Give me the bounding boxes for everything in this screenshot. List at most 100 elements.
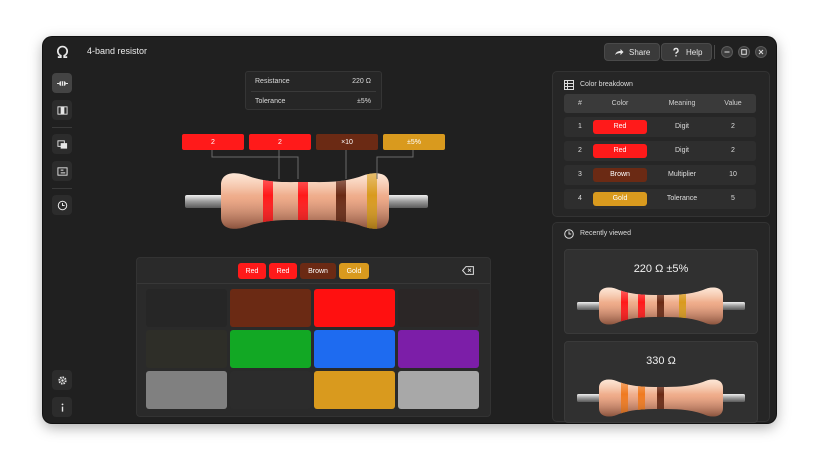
swatch-none-1[interactable]: [398, 289, 479, 327]
swatch-green[interactable]: [230, 330, 311, 368]
sidebar-divider: [52, 188, 72, 189]
sidebar-item-resistor[interactable]: [52, 73, 72, 93]
backspace-icon[interactable]: [462, 266, 474, 275]
color-pill: Red: [593, 144, 647, 158]
swatch-brown[interactable]: [230, 289, 311, 327]
swatch-empty-2[interactable]: [230, 371, 311, 409]
recent-resistor: [577, 287, 745, 325]
row-value: 5: [731, 195, 735, 202]
resistor-icon: [56, 80, 68, 86]
color-pill-label: Red: [613, 123, 627, 130]
history-icon: [57, 200, 67, 210]
row-number: 4: [578, 195, 582, 202]
color-pill-label: Gold: [612, 195, 628, 202]
breakdown-row: 2 Red Digit 2: [564, 141, 756, 161]
resistance-value: 220 Ω: [352, 78, 371, 85]
swatch-grey[interactable]: [146, 371, 227, 409]
breakdown-row: 1 Red Digit 2: [564, 117, 756, 137]
breakdown-header: # Color Meaning Value: [564, 94, 756, 113]
minimize-button[interactable]: [721, 46, 733, 58]
question-icon: [673, 47, 679, 57]
swatch-violet[interactable]: [398, 330, 479, 368]
color-pill-label: Brown: [610, 171, 630, 178]
share-button[interactable]: Share: [604, 43, 661, 61]
tolerance-label: Tolerance: [255, 98, 286, 105]
compare-icon: [56, 166, 68, 176]
recent-card-title: 330 Ω: [646, 355, 676, 367]
recently-viewed-title: Recently viewed: [580, 230, 631, 237]
header-meaning: Meaning: [668, 100, 696, 107]
resistance-label: Resistance: [255, 78, 290, 85]
band-1-button[interactable]: 2: [182, 134, 244, 150]
row-value: 10: [729, 171, 737, 178]
ohm-icon: [56, 45, 69, 58]
panel-icon: [56, 105, 68, 115]
sidebar-item-layers[interactable]: [52, 134, 72, 154]
minimize-icon: [724, 51, 730, 53]
swatch-silver[interactable]: [398, 371, 479, 409]
row-value: 2: [731, 147, 735, 154]
sidebar-divider: [52, 127, 72, 128]
recent-card[interactable]: 330 Ω: [564, 341, 758, 423]
tolerance-band-button[interactable]: ±5%: [383, 134, 445, 150]
breakdown-row: 4 Gold Tolerance 5: [564, 189, 756, 209]
sidebar-item-history[interactable]: [52, 195, 72, 215]
row-value: 2: [731, 123, 735, 130]
history-icon: [564, 229, 574, 239]
swatch-empty-1[interactable]: [146, 330, 227, 368]
swatch-red[interactable]: [314, 289, 395, 327]
swatch-black[interactable]: [146, 289, 227, 327]
swatch-blue[interactable]: [314, 330, 395, 368]
chip-band-1[interactable]: Red: [238, 263, 266, 279]
sidebar: [43, 66, 81, 423]
gear-icon: [57, 375, 67, 385]
row-number: 2: [578, 147, 582, 154]
chip-band-2[interactable]: Red: [269, 263, 297, 279]
table-icon: [564, 80, 574, 90]
row-number: 3: [578, 171, 582, 178]
selected-bands-bar: Red Red Brown Gold: [137, 258, 490, 284]
app-window: 4-band resistor Share Help Resistance 22…: [43, 37, 776, 423]
row-meaning: Digit: [674, 147, 690, 154]
breakdown-title: Color breakdown: [580, 81, 633, 88]
close-button[interactable]: [755, 46, 767, 58]
app-title: 4-band resistor: [87, 46, 148, 56]
help-label: Help: [686, 47, 703, 57]
swatch-gold[interactable]: [314, 371, 395, 409]
color-pill-label: Red: [613, 147, 627, 154]
recent-card-title: 220 Ω ±5%: [633, 263, 689, 275]
row-meaning: Digit: [674, 123, 690, 130]
breakdown-row: 3 Brown Multiplier 10: [564, 165, 756, 185]
tolerance-value: ±5%: [357, 98, 371, 105]
band-2-button[interactable]: 2: [249, 134, 311, 150]
chip-band-4[interactable]: Gold: [339, 263, 369, 279]
close-icon: [758, 49, 764, 55]
title-bar: 4-band resistor Share Help: [43, 37, 776, 66]
info-button[interactable]: [52, 397, 72, 417]
settings-button[interactable]: [52, 370, 72, 390]
header-value: Value: [724, 100, 742, 107]
recent-card[interactable]: 220 Ω ±5%: [564, 249, 758, 334]
color-pill: Red: [593, 120, 647, 134]
share-label: Share: [629, 47, 651, 57]
share-icon: [615, 49, 624, 55]
row-meaning: Multiplier: [667, 171, 697, 178]
chip-band-3[interactable]: Brown: [300, 263, 336, 279]
color-pill: Brown: [593, 168, 647, 182]
maximize-button[interactable]: [738, 46, 750, 58]
row-number: 1: [578, 123, 582, 130]
resistance-readout: Resistance 220 Ω Tolerance ±5%: [245, 71, 382, 110]
maximize-icon: [741, 49, 747, 55]
color-picker: Red Red Brown Gold: [136, 257, 491, 417]
sidebar-item-compare[interactable]: [52, 161, 72, 181]
recent-resistor: [577, 379, 745, 417]
color-pill: Gold: [593, 192, 647, 206]
header-number: #: [578, 100, 582, 107]
info-icon: [61, 402, 63, 412]
sidebar-item-panel[interactable]: [52, 100, 72, 120]
multiplier-band-button[interactable]: ×10: [316, 134, 378, 150]
help-button[interactable]: Help: [661, 43, 713, 61]
header-color: Color: [611, 100, 629, 107]
layers-icon: [56, 139, 67, 149]
main-resistor: [185, 150, 428, 229]
